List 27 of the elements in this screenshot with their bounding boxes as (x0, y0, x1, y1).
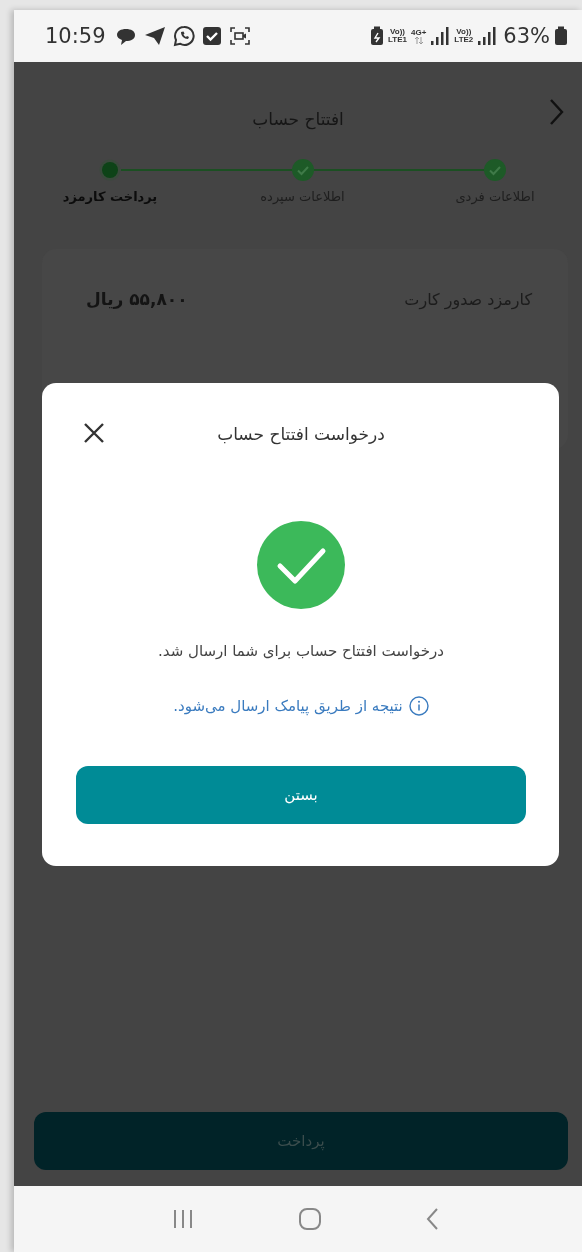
paper-plane-icon (143, 26, 166, 46)
step-label: پرداخت کارمزد (62, 189, 158, 204)
screen-record-icon (228, 26, 251, 46)
network-label: LTE1 (388, 36, 407, 44)
dialog-message: درخواست افتتاح حساب برای شما ارسال شد. (158, 642, 444, 660)
home-icon[interactable] (297, 1207, 322, 1231)
dialog-title: درخواست افتتاح حساب (217, 424, 385, 444)
phone-bubble-icon (172, 25, 195, 47)
battery-percent: 63% (503, 24, 550, 48)
network-label: LTE2 (454, 36, 474, 44)
close-button[interactable]: بستن (76, 766, 526, 824)
data-arrows-icon (413, 36, 424, 44)
chat-bubble-icon (114, 26, 137, 46)
network-label: Vo)) (456, 28, 472, 36)
network-label: Vo)) (390, 28, 405, 36)
info-note: نتیجه از طریق پیامک ارسال می‌شود. (173, 697, 403, 715)
battery-saver-icon (370, 26, 385, 46)
network-label: 4G+ (411, 28, 427, 37)
battery-icon (554, 26, 568, 46)
checkbox-icon (201, 26, 222, 46)
signal-icon (430, 26, 451, 46)
info-icon (408, 696, 429, 716)
back-chevron-icon[interactable] (548, 98, 564, 126)
close-icon[interactable] (83, 422, 105, 444)
back-icon[interactable] (424, 1207, 441, 1231)
signal-icon (477, 26, 498, 46)
clock-time: 10:59 (45, 24, 106, 48)
